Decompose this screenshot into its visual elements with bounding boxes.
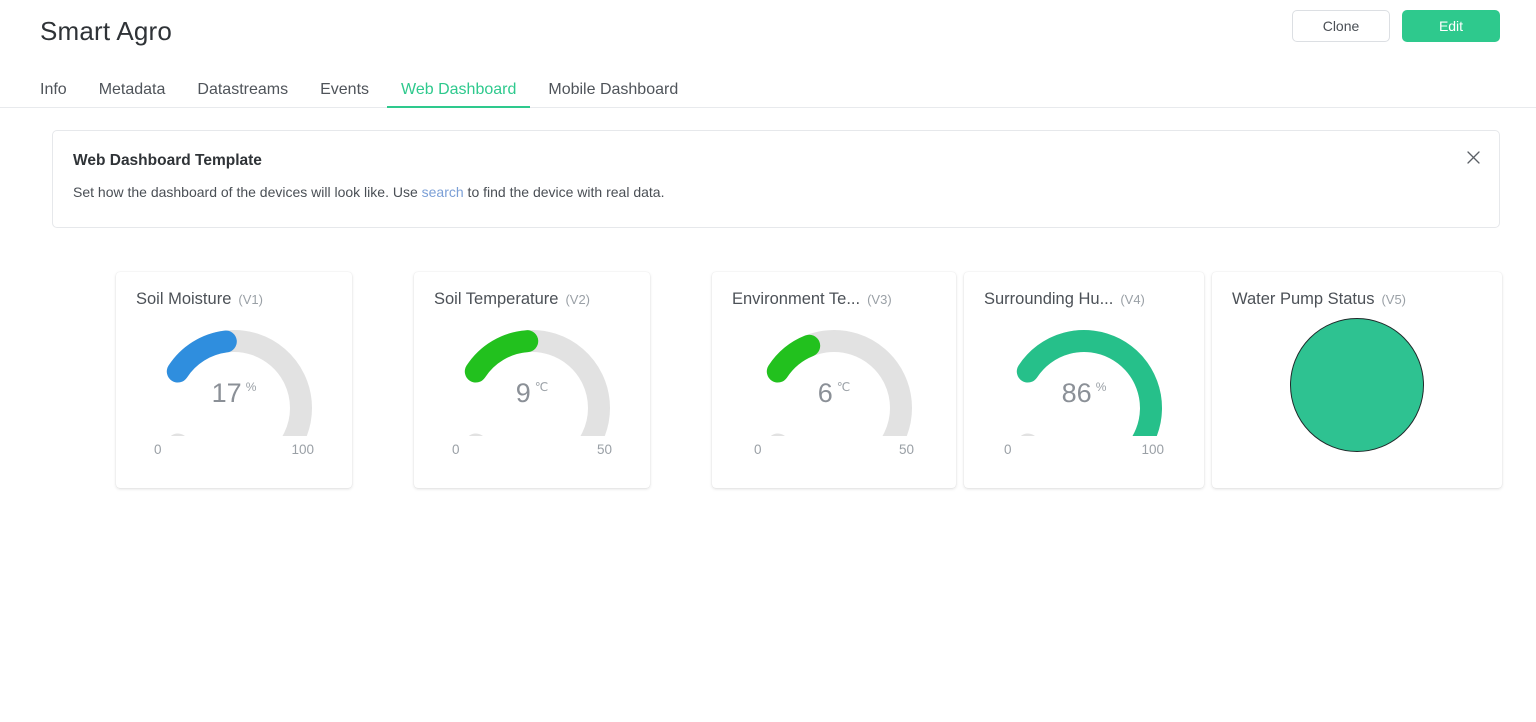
gauge-value-readout: 17% <box>212 380 257 407</box>
gauge-value-arc <box>766 334 821 383</box>
gauge-value-number: 6 <box>817 378 833 409</box>
widget-card[interactable]: Water Pump Status (V5) <box>1212 272 1502 488</box>
widget-pin-label: (V1) <box>238 292 263 307</box>
gauge-scale-labels: 0 100 <box>116 442 352 457</box>
gauge-value-readout: 6 ℃ <box>818 380 851 407</box>
widget-pin-label: (V5) <box>1381 292 1407 307</box>
gauge-min-label: 0 <box>754 442 762 458</box>
widget-title: Surrounding Hu... <box>984 290 1114 308</box>
gauge-value-readout: 9 ℃ <box>516 380 549 407</box>
gauge-value-unit: ℃ <box>534 380 549 395</box>
widget-pin-label: (V4) <box>1120 292 1145 307</box>
widget-card[interactable]: Soil Temperature (V2) 9 ℃ 0 50 <box>414 272 650 488</box>
gauge-chart: 9 ℃ 0 50 <box>414 308 650 468</box>
gauge-value-unit: ℃ <box>836 380 851 395</box>
web-dashboard-template-banner: Web Dashboard Template Set how the dashb… <box>52 130 1500 228</box>
gauge-value-readout: 86% <box>1062 380 1107 407</box>
gauge-scale-labels: 0 100 <box>964 442 1204 457</box>
edit-button[interactable]: Edit <box>1402 10 1500 42</box>
widget-title: Water Pump Status <box>1232 290 1375 308</box>
tab-mobile-dashboard[interactable]: Mobile Dashboard <box>532 82 694 108</box>
widget-pin-label: (V3) <box>867 292 892 307</box>
gauge-max-label: 50 <box>898 442 914 458</box>
gauge-max-label: 100 <box>1141 442 1164 458</box>
tab-web-dashboard[interactable]: Web Dashboard <box>385 82 532 108</box>
gauge-min-label: 0 <box>452 442 460 458</box>
widget-card[interactable]: Soil Moisture (V1) 17% 0 100 <box>116 272 352 488</box>
gauge-value-unit: % <box>1095 380 1107 395</box>
banner-title: Web Dashboard Template <box>73 152 262 169</box>
widget-header: Water Pump Status (V5) <box>1212 290 1502 308</box>
gauge-value-arc <box>464 330 539 383</box>
banner-wrapper: Web Dashboard Template Set how the dashb… <box>0 108 1536 228</box>
gauge-value-number: 9 <box>515 378 531 409</box>
tab-metadata[interactable]: Metadata <box>83 82 182 108</box>
banner-text-after: to find the device with real data. <box>463 183 665 200</box>
widget-header: Surrounding Hu... (V4) <box>964 290 1204 308</box>
banner-description: Set how the dashboard of the devices wil… <box>73 185 1471 199</box>
clone-button[interactable]: Clone <box>1292 10 1390 42</box>
widget-card[interactable]: Surrounding Hu... (V4) 86% 0 100 <box>964 272 1204 488</box>
tab-datastreams[interactable]: Datastreams <box>181 82 304 108</box>
dashboard-widgets-row: Soil Moisture (V1) 17% 0 100 Soil Temperature… <box>0 272 1536 488</box>
gauge-value-number: 86 <box>1061 378 1092 409</box>
gauge-value-arc <box>166 330 237 383</box>
gauge-max-label: 100 <box>291 442 314 458</box>
widget-header: Soil Temperature (V2) <box>414 290 650 308</box>
gauge-chart: 6 ℃ 0 50 <box>712 308 956 468</box>
header-actions: Clone Edit <box>1292 10 1500 42</box>
gauge-value-number: 17 <box>211 378 242 409</box>
gauge-chart: 86% 0 100 <box>964 308 1204 468</box>
tab-events[interactable]: Events <box>304 82 385 108</box>
widget-title: Environment Te... <box>732 290 861 308</box>
banner-text-before: Set how the dashboard of the devices wil… <box>73 183 422 200</box>
widget-title: Soil Moisture <box>136 290 232 308</box>
widget-pin-label: (V2) <box>565 292 590 307</box>
status-circle-icon <box>1290 318 1424 453</box>
page-header: Smart Agro Clone Edit <box>0 0 1536 62</box>
gauge-scale-labels: 0 50 <box>414 442 650 457</box>
close-icon[interactable] <box>1461 145 1485 169</box>
widget-title: Soil Temperature <box>434 290 559 308</box>
gauge-min-label: 0 <box>154 442 162 458</box>
widget-header: Environment Te... (V3) <box>712 290 956 308</box>
gauge-chart: 17% 0 100 <box>116 308 352 468</box>
tab-bar: Info Metadata Datastreams Events Web Dashboa… <box>0 62 1536 108</box>
gauge-min-label: 0 <box>1004 442 1012 458</box>
page-title: Smart Agro <box>40 16 173 46</box>
search-link[interactable]: search <box>422 184 464 200</box>
gauge-scale-labels: 0 50 <box>712 442 956 457</box>
status-indicator <box>1212 308 1502 468</box>
widget-card[interactable]: Environment Te... (V3) 6 ℃ 0 50 <box>712 272 956 488</box>
tab-info[interactable]: Info <box>40 82 83 108</box>
gauge-max-label: 50 <box>596 442 612 458</box>
widget-header: Soil Moisture (V1) <box>116 290 352 308</box>
gauge-value-unit: % <box>245 380 257 395</box>
